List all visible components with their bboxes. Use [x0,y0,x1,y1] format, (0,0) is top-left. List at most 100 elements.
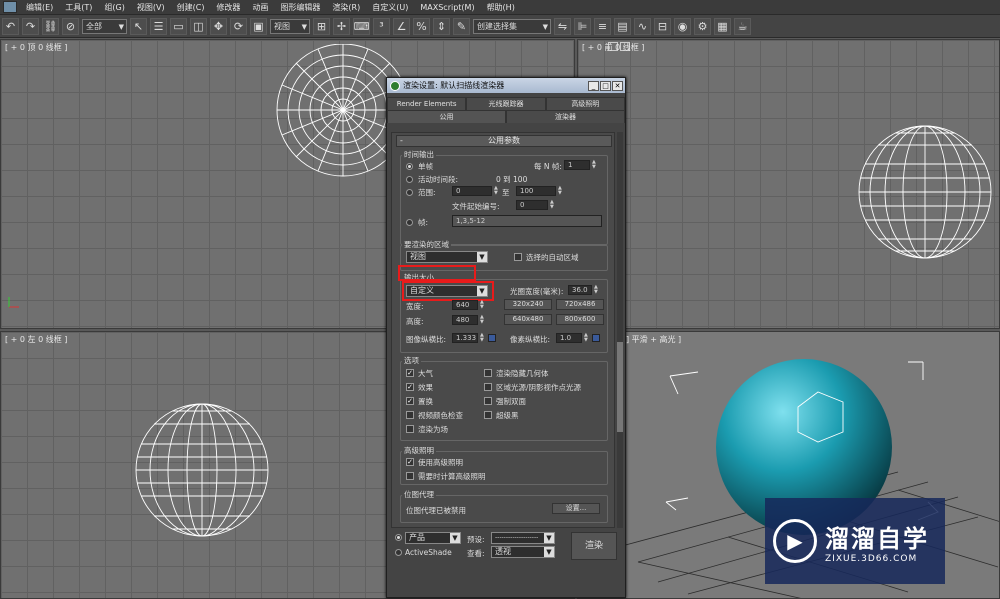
viewport-perspective-label[interactable]: ] 平滑 + 高光 ] [626,334,681,345]
tab-raytracer[interactable]: 光线跟踪器 [466,97,546,110]
width-spinner[interactable]: ▲ ▼ [480,300,485,310]
maximize-button[interactable]: □ [600,80,611,91]
reference-coord-dropdown[interactable]: 视图 ▼ [270,18,310,34]
move-icon[interactable]: ✥ [210,17,227,35]
close-button[interactable]: ✕ [612,80,623,91]
render-hidden-checkbox[interactable] [484,369,492,377]
edit-named-selection-icon[interactable]: ✎ [453,17,470,35]
spinner-snap-icon[interactable]: ⇕ [433,17,450,35]
preset-320x240-button[interactable]: 320x240 [504,299,552,310]
redo-icon[interactable]: ↷ [22,17,39,35]
every-n-field[interactable]: 1 [564,160,590,170]
tab-render-elements[interactable]: Render Elements [387,97,467,110]
panel-scrollbar[interactable] [617,132,623,528]
pixel-aspect-spinner[interactable]: ▲ ▼ [584,333,589,343]
force-2sided-checkbox[interactable] [484,397,492,405]
file-number-base-field[interactable]: 0 [516,200,548,210]
angle-snap-icon[interactable]: ∠ [393,17,410,35]
atmospherics-checkbox[interactable]: ✓ [406,369,414,377]
range-from-field[interactable]: 0 [452,186,492,196]
align-icon[interactable]: ⊫ [574,17,591,35]
menu-view[interactable]: 视图(V) [131,2,171,13]
active-segment-radio[interactable] [406,176,413,183]
material-editor-icon[interactable]: ◉ [674,17,691,35]
frames-field[interactable]: 1,3,5-12 [452,215,602,227]
curve-editor-icon[interactable]: ∿ [634,17,651,35]
select-object-icon[interactable]: ↖ [130,17,147,35]
menu-graph-editors[interactable]: 图形编辑器 [274,2,326,13]
menu-edit[interactable]: 编辑(E) [20,2,59,13]
bitmap-proxy-setup-button[interactable]: 设置... [552,503,600,514]
dialog-titlebar[interactable]: 渲染设置: 默认扫描线渲染器 _ □ ✕ [387,78,625,93]
area-lights-checkbox[interactable] [484,383,492,391]
tab-advanced-lighting[interactable]: 高级照明 [545,97,625,110]
scrollbar-thumb[interactable] [617,342,623,432]
selection-filter-dropdown[interactable]: 全部 ▼ [82,18,127,34]
select-manipulate-icon[interactable]: ✢ [333,17,350,35]
undo-icon[interactable]: ↶ [2,17,19,35]
menu-modifiers[interactable]: 修改器 [210,2,246,13]
rollout-common-parameters[interactable]: - 公用参数 [396,135,612,147]
every-n-spinner[interactable]: ▲ ▼ [592,160,597,170]
menu-animation[interactable]: 动画 [246,2,274,13]
ribbon-icon[interactable]: ▤ [614,17,631,35]
width-field[interactable]: 640 [452,300,478,310]
pivot-icon[interactable]: ⊞ [313,17,330,35]
viewport-top-label[interactable]: [ + 0 顶 0 线框 ] [5,42,67,53]
window-crossing-icon[interactable]: ◫ [190,17,207,35]
minimize-button[interactable]: _ [588,80,599,91]
scale-icon[interactable]: ▣ [250,17,267,35]
range-to-field[interactable]: 100 [516,186,556,196]
viewport-front[interactable]: [ + 0 前 0 线框 ] [577,39,1000,329]
image-aspect-spinner[interactable]: ▲ ▼ [480,333,485,343]
render-setup-icon[interactable]: ⚙ [694,17,711,35]
aperture-width-spinner[interactable]: ▲ ▼ [594,285,599,295]
menu-group[interactable]: 组(G) [98,2,130,13]
file-number-spinner[interactable]: ▲ ▼ [550,200,555,210]
render-production-icon[interactable]: ☕ [734,17,751,35]
schematic-view-icon[interactable]: ⊟ [654,17,671,35]
tab-renderer[interactable]: 渲染器 [506,110,625,123]
rotate-icon[interactable]: ⟳ [230,17,247,35]
menu-customize[interactable]: 自定义(U) [366,2,414,13]
use-advanced-lighting-checkbox[interactable]: ✓ [406,458,414,466]
pixel-aspect-field[interactable]: 1.0 [556,333,582,343]
rendered-frame-icon[interactable]: ▦ [714,17,731,35]
render-button[interactable]: 渲染 [571,532,617,560]
displacement-checkbox[interactable]: ✓ [406,397,414,405]
super-black-checkbox[interactable] [484,411,492,419]
effects-checkbox[interactable]: ✓ [406,383,414,391]
menu-create[interactable]: 创建(C) [171,2,211,13]
select-by-name-icon[interactable]: ☰ [150,17,167,35]
keyboard-shortcut-icon[interactable]: ⌨ [353,17,370,35]
preset-dropdown[interactable]: -------------------- ▼ [491,532,555,544]
aperture-width-field[interactable]: 36.0 [568,285,592,295]
compute-advanced-lighting-checkbox[interactable] [406,472,414,480]
app-icon[interactable] [3,1,17,13]
preset-720x486-button[interactable]: 720x486 [556,299,604,310]
height-spinner[interactable]: ▲ ▼ [480,315,485,325]
preset-800x600-button[interactable]: 800x600 [556,314,604,325]
named-selection-dropdown[interactable]: 创建选择集 ▼ [473,18,551,34]
lock-image-aspect-icon[interactable] [488,334,496,342]
lock-pixel-aspect-icon[interactable] [592,334,600,342]
image-aspect-field[interactable]: 1.333 [452,333,478,343]
unlink-icon[interactable]: ⊘ [62,17,79,35]
tab-common[interactable]: 公用 [387,110,506,123]
video-color-check-checkbox[interactable] [406,411,414,419]
auto-region-checkbox[interactable] [514,253,522,261]
menu-tools[interactable]: 工具(T) [59,2,98,13]
render-to-fields-checkbox[interactable] [406,425,414,433]
layer-manager-icon[interactable]: ≡ [594,17,611,35]
area-to-render-dropdown[interactable]: 视图 ▼ [406,251,488,263]
range-from-spinner[interactable]: ▲ ▼ [494,186,499,196]
frames-radio[interactable] [406,219,413,226]
viewport-left-label[interactable]: [ + 0 左 0 线框 ] [5,334,67,345]
view-dropdown[interactable]: 透视 ▼ [491,546,555,558]
snap-icon[interactable]: ³ [373,17,390,35]
range-to-spinner[interactable]: ▲ ▼ [558,186,563,196]
render-mode-dropdown[interactable]: 产品 ▼ [405,532,461,544]
range-radio[interactable] [406,189,413,196]
percent-snap-icon[interactable]: % [413,17,430,35]
single-frame-radio[interactable] [406,163,413,170]
